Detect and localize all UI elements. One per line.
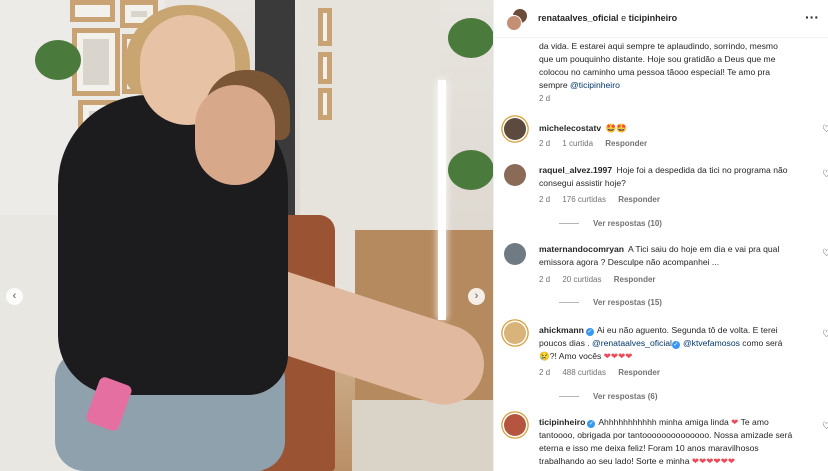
plant	[448, 150, 493, 190]
caption-text: da vida. E estarei aqui sempre te aplaud…	[539, 40, 789, 92]
carousel-next-button[interactable]: ›	[468, 288, 485, 305]
comment-time[interactable]: 2 d	[539, 368, 550, 377]
comment-body: 🤩🤩	[605, 123, 627, 133]
light-bar	[438, 80, 446, 320]
comment-meta: 2 d 20 curtidas Responder	[539, 275, 666, 284]
mention-link[interactable]: @ticipinheiro	[570, 80, 620, 90]
plant	[448, 18, 493, 58]
comments-pane: renataalves_oficial e ticipinheiro ··· d…	[493, 0, 828, 471]
collab-avatars[interactable]	[506, 8, 530, 31]
caption-timestamp[interactable]: 2 d	[539, 94, 550, 103]
reply-button[interactable]: Responder	[618, 195, 660, 204]
comment-likes[interactable]: 488 curtidas	[562, 368, 606, 377]
avatar[interactable]	[504, 243, 526, 265]
hearts-emoji: ❤❤❤❤	[603, 351, 633, 361]
chevron-left-icon: ‹	[12, 290, 17, 302]
collab-usernames: renataalves_oficial e ticipinheiro	[538, 13, 677, 23]
heart-icon[interactable]: ♡	[822, 330, 828, 340]
comment-likes[interactable]: 1 curtida	[562, 139, 593, 148]
avatar[interactable]	[504, 118, 526, 140]
comment-time[interactable]: 2 d	[539, 195, 550, 204]
face	[195, 85, 275, 185]
hearts-emoji: ❤❤❤❤❤❤	[691, 456, 736, 466]
plant	[35, 40, 81, 80]
mention-link[interactable]: @renataalves_oficial	[592, 338, 672, 348]
view-replies-button[interactable]: Ver respostas (6)	[559, 392, 657, 401]
username-link[interactable]: ticipinheiro	[629, 13, 678, 23]
comment-meta: 2 d 176 curtidas Responder	[539, 195, 670, 204]
comment: ticipinheiro ✓ Ahhhhhhhhhhh minha amiga li…	[504, 414, 828, 471]
comment-body: como será	[739, 338, 783, 348]
username-link[interactable]: renataalves_oficial	[538, 13, 619, 23]
reply-button[interactable]: Responder	[605, 139, 647, 148]
comment-meta: 2 d 1 curtida Responder	[539, 139, 657, 148]
comment: ahickmann ✓ Ai eu não aguento. Segunda tô …	[504, 322, 828, 408]
wall-frame	[318, 52, 332, 84]
view-replies-button[interactable]: Ver respostas (10)	[559, 219, 662, 228]
heart-icon[interactable]: ♡	[822, 125, 828, 135]
comment: raquel_alvez.1997 Hoje foi a despedida d…	[504, 164, 828, 238]
wall-frame	[70, 0, 115, 22]
avatar[interactable]	[504, 414, 526, 436]
heart-icon[interactable]: ♡	[822, 249, 828, 259]
avatar[interactable]	[504, 322, 526, 344]
view-replies-button[interactable]: Ver respostas (15)	[559, 298, 662, 307]
heart-icon[interactable]: ♡	[822, 422, 828, 432]
comment-username[interactable]: maternandocomryan	[539, 244, 624, 254]
comment-body: Ahhhhhhhhhhh minha amiga linda	[598, 417, 732, 427]
reply-button[interactable]: Responder	[614, 275, 656, 284]
verified-icon: ✓	[587, 420, 596, 428]
comment-text: ahickmann ✓ Ai eu não aguento. Segunda tô …	[539, 324, 801, 363]
comment: maternandocomryan A Tici saiu do hoje em…	[504, 243, 828, 317]
heart-icon[interactable]: ♡	[822, 170, 828, 180]
rug	[352, 400, 493, 471]
comment-text: maternandocomryan A Tici saiu do hoje em…	[539, 243, 801, 269]
joiner-text: e	[618, 13, 629, 23]
comment-likes[interactable]: 20 curtidas	[562, 275, 601, 284]
comment-meta: 2 d 488 curtidas Responder	[539, 368, 670, 377]
more-options-icon[interactable]: ···	[805, 9, 819, 25]
verified-icon: ✓	[585, 328, 594, 336]
comment: michelecostatv 🤩🤩 2 d 1 curtida Responde…	[504, 118, 828, 158]
comment-body: 😢?! Amo vocês	[539, 351, 604, 361]
reply-button[interactable]: Responder	[618, 368, 660, 377]
avatar[interactable]	[504, 164, 526, 186]
comment-username[interactable]: michelecostatv	[539, 123, 601, 133]
avatar	[506, 15, 522, 31]
comment-text: ticipinheiro ✓ Ahhhhhhhhhhh minha amiga li…	[539, 416, 801, 468]
wall-frame	[318, 8, 332, 46]
comment-time[interactable]: 2 d	[539, 139, 550, 148]
carousel-prev-button[interactable]: ‹	[6, 288, 23, 305]
comment-username[interactable]: raquel_alvez.1997	[539, 165, 612, 175]
wall-frame	[318, 88, 332, 120]
comment-text: michelecostatv 🤩🤩	[539, 122, 801, 135]
comment-text: raquel_alvez.1997 Hoje foi a despedida d…	[539, 164, 801, 190]
verified-icon: ✓	[671, 341, 680, 349]
chevron-right-icon: ›	[474, 290, 479, 302]
comment-time[interactable]: 2 d	[539, 275, 550, 284]
comment-likes[interactable]: 176 curtidas	[562, 195, 606, 204]
post-photo[interactable]: ‹ ›	[0, 0, 493, 471]
comment-username[interactable]: ticipinheiro	[539, 417, 585, 427]
mention-link[interactable]: @ktvefamosos	[683, 338, 740, 348]
post-header: renataalves_oficial e ticipinheiro ···	[494, 0, 828, 38]
comment-username[interactable]: ahickmann	[539, 325, 584, 335]
